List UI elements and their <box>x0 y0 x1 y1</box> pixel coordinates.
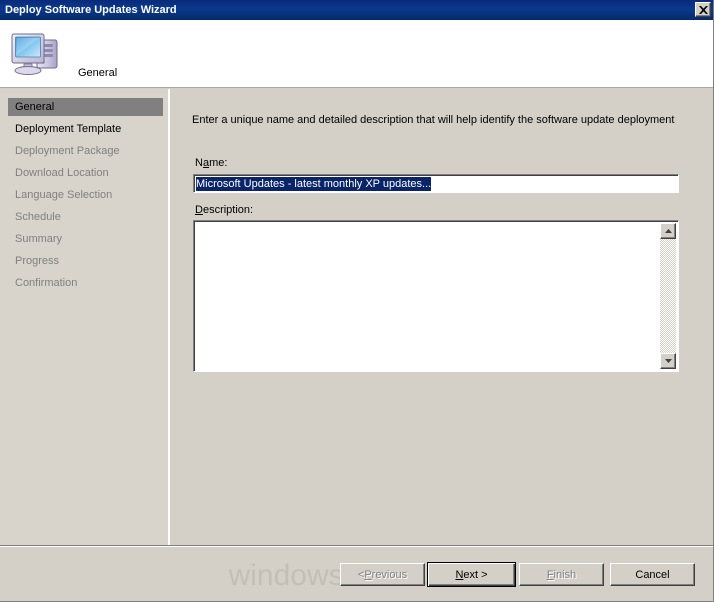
wizard-window: Deploy Software Updates Wizard General G… <box>0 0 714 602</box>
description-label-suffix: escription: <box>202 204 254 216</box>
name-input-value: Microsoft Updates - latest monthly XP up… <box>196 177 432 191</box>
name-label-prefix: N <box>195 157 203 169</box>
instruction-text: Enter a unique name and detailed descrip… <box>192 114 675 126</box>
previous-button: < Previous <box>340 563 425 586</box>
title-bar[interactable]: Deploy Software Updates Wizard <box>0 0 713 20</box>
wizard-header: General <box>0 20 713 88</box>
name-input-text: Microsoft Updates - latest monthly XP up… <box>196 177 432 191</box>
name-label: Name: <box>195 157 227 169</box>
sidebar-item-progress: Progress <box>15 255 60 267</box>
scroll-down-button[interactable] <box>660 353 676 369</box>
next-button-accelerator: N <box>455 568 464 581</box>
sidebar-item-language-selection: Language Selection <box>15 189 113 201</box>
sidebar-item-deployment-template[interactable]: Deployment Template <box>8 120 163 138</box>
cancel-button-label: Cancel <box>635 568 670 581</box>
sidebar-item-schedule: Schedule <box>15 211 61 223</box>
finish-button-label: inish <box>553 568 577 581</box>
previous-button-label: revious <box>371 568 408 581</box>
wizard-steps-sidebar: General Deployment Template Deployment P… <box>0 89 168 546</box>
sidebar-item-confirmation: Confirmation <box>15 277 78 289</box>
finish-button-accelerator: F <box>546 568 554 581</box>
computer-icon <box>10 28 64 78</box>
scroll-up-button[interactable] <box>660 223 676 239</box>
close-button[interactable] <box>695 2 711 17</box>
finish-button: Finish <box>519 563 604 586</box>
description-scrollbar[interactable] <box>660 223 676 369</box>
sidebar-item-summary: Summary <box>15 233 63 245</box>
title-bar-buttons <box>695 2 711 17</box>
main-content-panel: Enter a unique name and detailed descrip… <box>171 89 713 546</box>
page-title: General <box>78 67 118 79</box>
previous-button-accelerator: P <box>364 568 372 581</box>
wizard-button-bar: windows-noob.com < Previous Next > Finis… <box>0 545 713 601</box>
next-button-label: ext > <box>463 568 488 581</box>
name-input[interactable]: Microsoft Updates - latest monthly XP up… <box>193 174 679 193</box>
description-label: Description: <box>195 204 253 216</box>
sidebar-item-download-location: Download Location <box>15 167 109 179</box>
description-textarea[interactable] <box>193 220 679 372</box>
sidebar-item-general[interactable]: General <box>8 98 163 116</box>
description-textarea-value <box>197 224 658 368</box>
cancel-button[interactable]: Cancel <box>610 563 695 586</box>
description-label-accelerator: D <box>195 204 203 216</box>
next-button[interactable]: Next > <box>427 562 516 587</box>
window-title: Deploy Software Updates Wizard <box>5 4 177 16</box>
name-label-suffix: me: <box>209 157 228 169</box>
sidebar-item-deployment-package: Deployment Package <box>15 145 120 157</box>
